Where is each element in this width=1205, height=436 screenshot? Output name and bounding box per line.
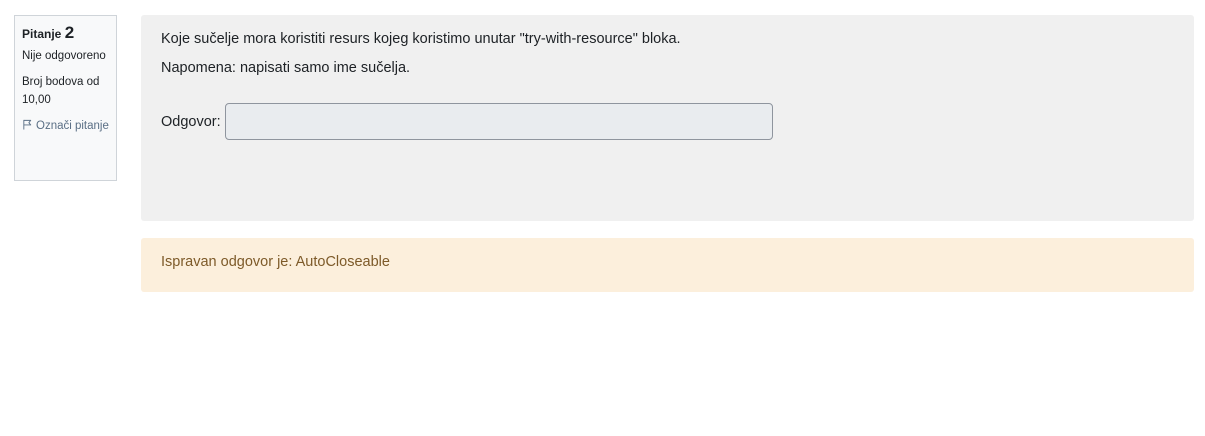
question-label: Pitanje — [22, 27, 62, 41]
question-note: Napomena: napisati samo ime sučelja. — [161, 60, 411, 76]
answer-label: Odgovor: — [161, 113, 221, 130]
answer-row: Odgovor: — [161, 103, 1174, 140]
quiz-review-page: Pitanje 2 Nije odgovoreno Broj bodova od… — [0, 0, 1205, 436]
question-state: Nije odgovoreno — [22, 50, 106, 62]
question-number: 2 — [64, 23, 75, 42]
right-answer-text: Ispravan odgovor je: AutoCloseable — [161, 254, 390, 270]
flag-question-link[interactable]: Označi pitanje — [22, 117, 109, 135]
flag-question-label: Označi pitanje — [36, 120, 109, 132]
flag-icon — [23, 119, 32, 130]
question-grade: Broj bodova od 10,00 — [22, 76, 100, 106]
question-number-heading: Pitanje 2 — [22, 24, 109, 43]
question-text: Koje sučelje mora koristiti resurs kojeg… — [161, 31, 681, 47]
right-answer-feedback: Ispravan odgovor je: AutoCloseable — [141, 238, 1194, 292]
answer-input[interactable] — [224, 103, 773, 140]
question-formulation: Koje sučelje mora koristiti resurs kojeg… — [141, 15, 1194, 221]
question-info-panel: Pitanje 2 Nije odgovoreno Broj bodova od… — [14, 15, 117, 181]
